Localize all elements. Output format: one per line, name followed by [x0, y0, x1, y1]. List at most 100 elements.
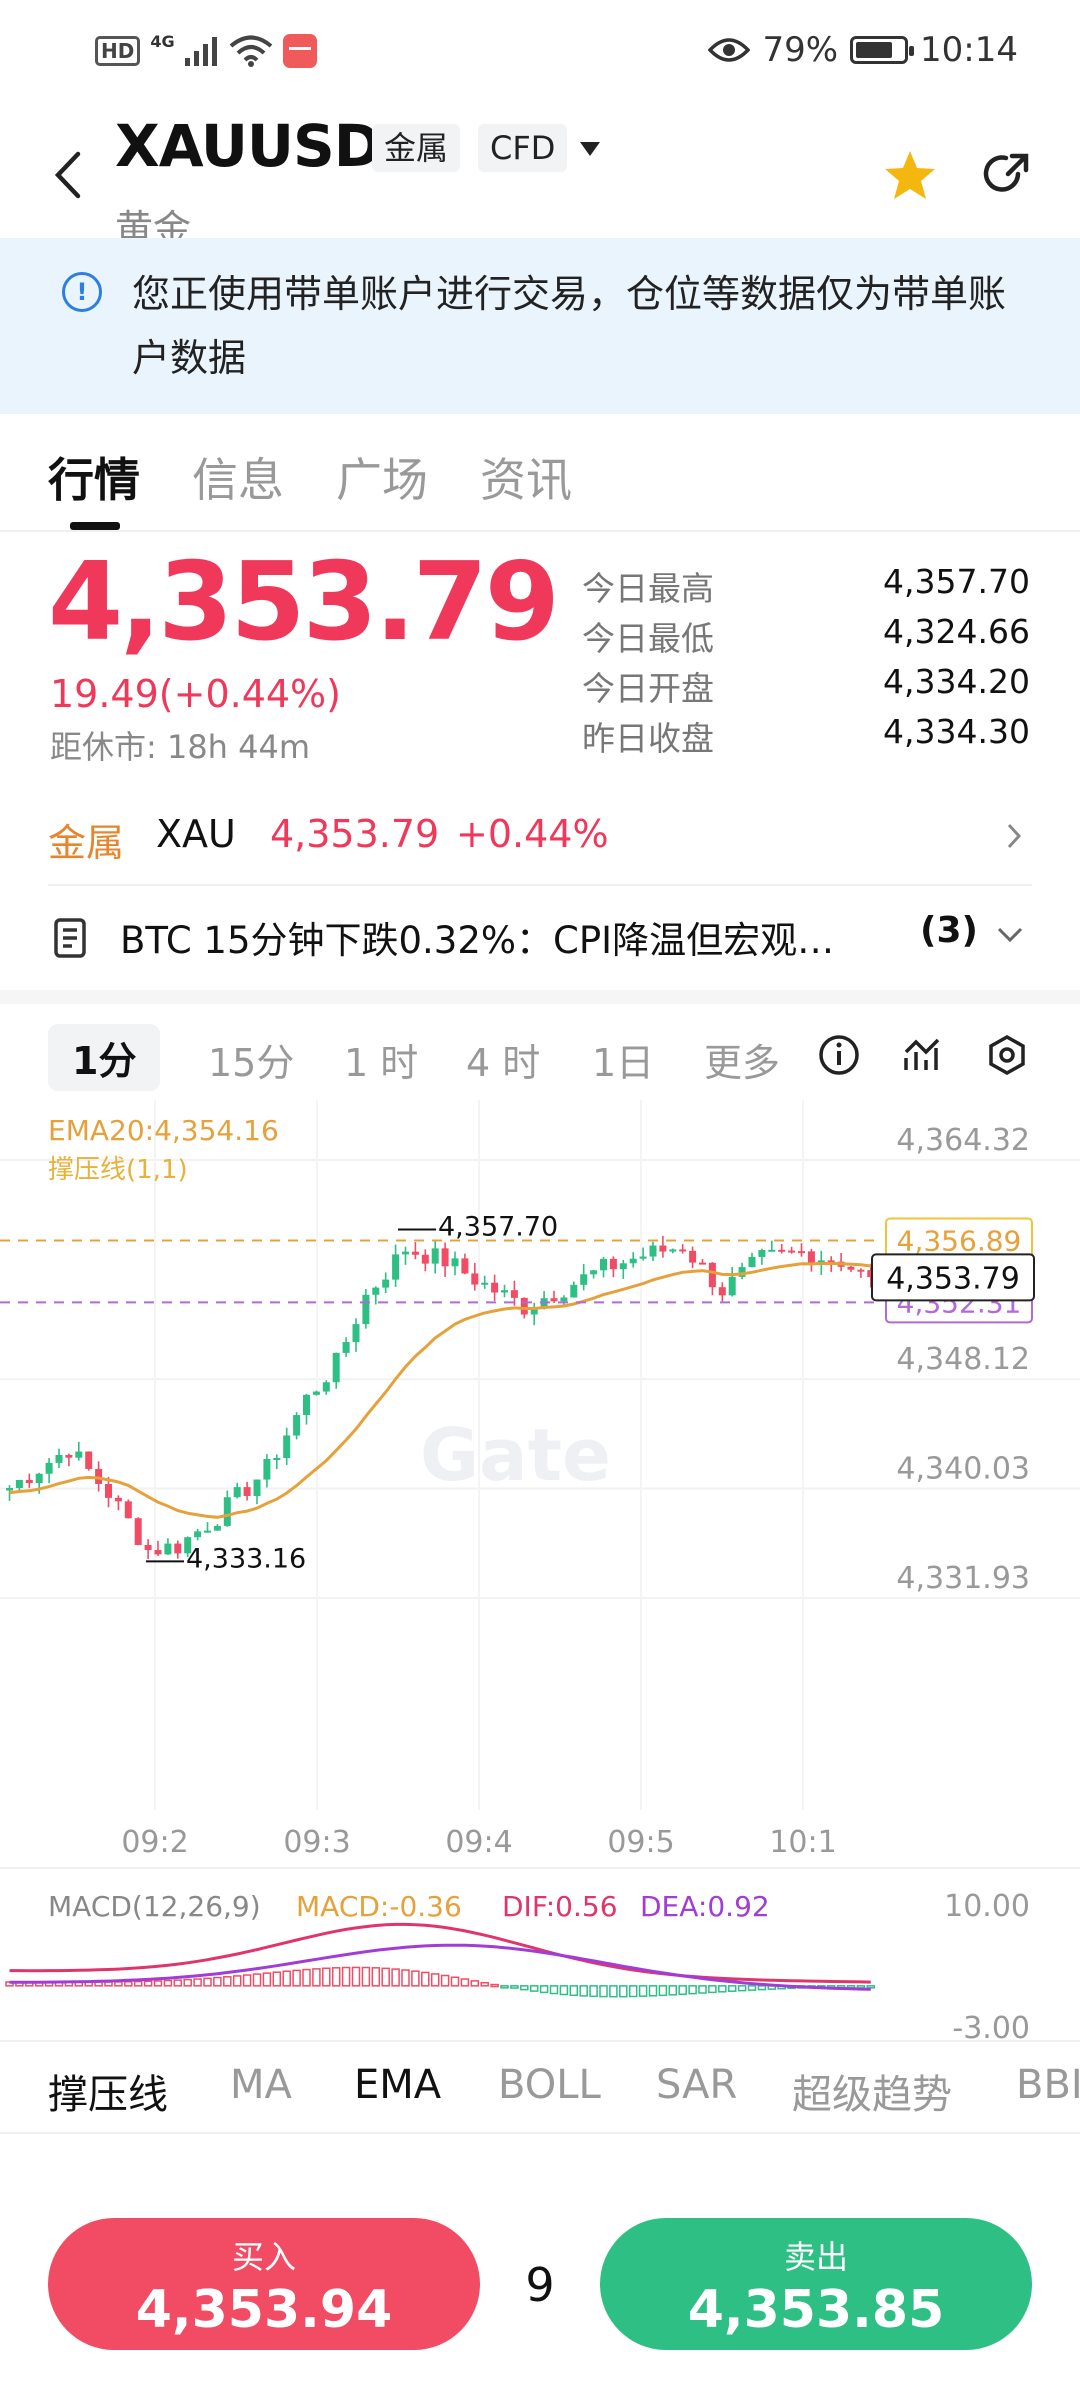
candle-body	[6, 1488, 13, 1491]
candle-body	[748, 1256, 756, 1268]
macd-bar	[421, 1971, 430, 1987]
ind-boll[interactable]: BOLL	[498, 2062, 601, 2108]
clock: 10:14	[920, 30, 1018, 70]
related-category: 金属	[48, 821, 125, 865]
candle-body	[372, 1287, 380, 1295]
candle-body	[659, 1245, 667, 1252]
buy-button[interactable]: 买入 4,353.94	[48, 2218, 480, 2350]
macd-bar	[747, 1985, 757, 1991]
tab-square[interactable]: 广场	[336, 444, 428, 510]
candle-body	[590, 1270, 598, 1275]
low-marker-label: 4,333.16	[186, 1543, 306, 1574]
news-document-icon	[54, 918, 86, 958]
macd-bar	[143, 1980, 153, 1987]
ind-supertrend[interactable]: 超级趋势	[792, 2062, 952, 2120]
ind-ema[interactable]: EMA	[354, 2062, 441, 2108]
info-circle-icon[interactable]	[818, 1034, 860, 1076]
news-ticker-row[interactable]: BTC 15分钟下跌0.32%：CPI降温但宏观… (3)	[0, 888, 1080, 988]
tab-news[interactable]: 资讯	[480, 444, 572, 510]
settings-hexagon-icon[interactable]	[986, 1034, 1028, 1076]
stat-high-value: 4,357.70	[883, 562, 1030, 601]
candle-body	[382, 1279, 390, 1288]
dif-line	[9, 1922, 871, 1984]
candle-body	[600, 1258, 607, 1271]
candle-body	[144, 1544, 152, 1551]
candle-body	[857, 1269, 865, 1272]
ind-ma[interactable]: MA	[230, 2062, 292, 2108]
ind-support-resistance[interactable]: 撑压线	[48, 2062, 168, 2120]
candle-body	[392, 1254, 400, 1280]
macd-bar	[401, 1969, 410, 1987]
candle-body	[491, 1282, 499, 1293]
back-arrow-icon[interactable]	[50, 150, 86, 200]
hd-badge: HD	[95, 36, 141, 66]
candle-body	[312, 1391, 320, 1395]
macd-value: MACD:-0.36	[296, 1890, 462, 1923]
candle-body	[441, 1248, 449, 1267]
macd-bar	[708, 1985, 717, 1994]
interval-1m[interactable]: 1分	[48, 1024, 161, 1091]
interval-more[interactable]: 更多	[704, 1032, 780, 1087]
candle-body	[679, 1249, 687, 1252]
macd-bar	[292, 1969, 301, 1987]
info-icon: !	[62, 272, 102, 312]
macd-bar	[371, 1967, 381, 1987]
battery-icon	[850, 36, 915, 64]
dif-value: DIF:0.56	[502, 1890, 618, 1923]
chevron-down-icon[interactable]	[996, 926, 1024, 944]
macd-bar	[609, 1985, 618, 1998]
candle-body	[639, 1256, 647, 1259]
macd-bar	[569, 1985, 579, 1997]
high-marker-label: 4,357.70	[438, 1212, 558, 1243]
candle-body	[293, 1415, 301, 1436]
macd-bar	[599, 1985, 608, 1998]
macd-bar	[272, 1971, 282, 1987]
y-tick-label: 4,348.12	[896, 1342, 1030, 1377]
share-icon[interactable]	[980, 150, 1032, 202]
chevron-right-icon	[1007, 823, 1022, 849]
macd-bar	[133, 1980, 143, 1987]
related-instrument-row[interactable]: 金属 XAU 4,353.79 +0.44%	[0, 790, 1080, 886]
sr-legend: 撑压线(1,1)	[48, 1155, 188, 1185]
indicator-chart-icon[interactable]	[902, 1034, 944, 1076]
candle-body	[689, 1250, 697, 1263]
macd-bar	[193, 1978, 202, 1987]
candle-body	[649, 1245, 657, 1257]
macd-bar	[223, 1976, 232, 1987]
account-notice-text: 您正使用带单账户进行交易，仓位等数据仅为带单账户数据	[132, 272, 1007, 380]
candle-body	[847, 1266, 855, 1270]
eye-icon	[708, 38, 751, 62]
ind-sar[interactable]: SAR	[656, 2062, 737, 2108]
related-symbol: XAU	[156, 812, 236, 856]
category-tag: 金属	[372, 124, 461, 172]
interval-1d[interactable]: 1日	[592, 1032, 654, 1087]
sell-button[interactable]: 卖出 4,353.85	[600, 2218, 1032, 2350]
ind-bbi[interactable]: BBI	[1016, 2062, 1080, 2108]
macd-bar	[668, 1985, 678, 1996]
macd-bar	[312, 1968, 321, 1987]
candle-body	[609, 1258, 617, 1270]
macd-bar	[490, 1983, 499, 1988]
interval-1h[interactable]: 1 时	[344, 1032, 418, 1087]
candle-body	[273, 1458, 281, 1461]
candle-body	[402, 1251, 409, 1255]
sell-price: 4,353.85	[687, 2280, 945, 2340]
interval-4h[interactable]: 4 时	[466, 1032, 540, 1087]
macd-bar	[183, 1978, 192, 1987]
favorite-star-icon[interactable]	[882, 148, 938, 204]
candle-body	[233, 1487, 241, 1498]
price-chart[interactable]: Gate EMA20:4,354.16 撑压线(1,1) 4,364.32 4,…	[0, 1100, 1080, 2060]
interval-15m[interactable]: 15分	[208, 1032, 294, 1087]
candle-body	[669, 1249, 677, 1252]
sell-label: 卖出	[783, 2238, 848, 2276]
x-tick-label: 09:4	[445, 1825, 512, 1860]
macd-bar	[549, 1985, 559, 1995]
candle-body	[708, 1262, 716, 1288]
tab-info[interactable]: 信息	[192, 444, 284, 510]
candle-body	[461, 1258, 469, 1274]
macd-bar	[559, 1985, 569, 1996]
candle-body	[85, 1451, 93, 1469]
tab-market[interactable]: 行情	[48, 444, 140, 510]
candle-body	[322, 1382, 330, 1392]
caret-down-icon[interactable]	[578, 140, 602, 158]
